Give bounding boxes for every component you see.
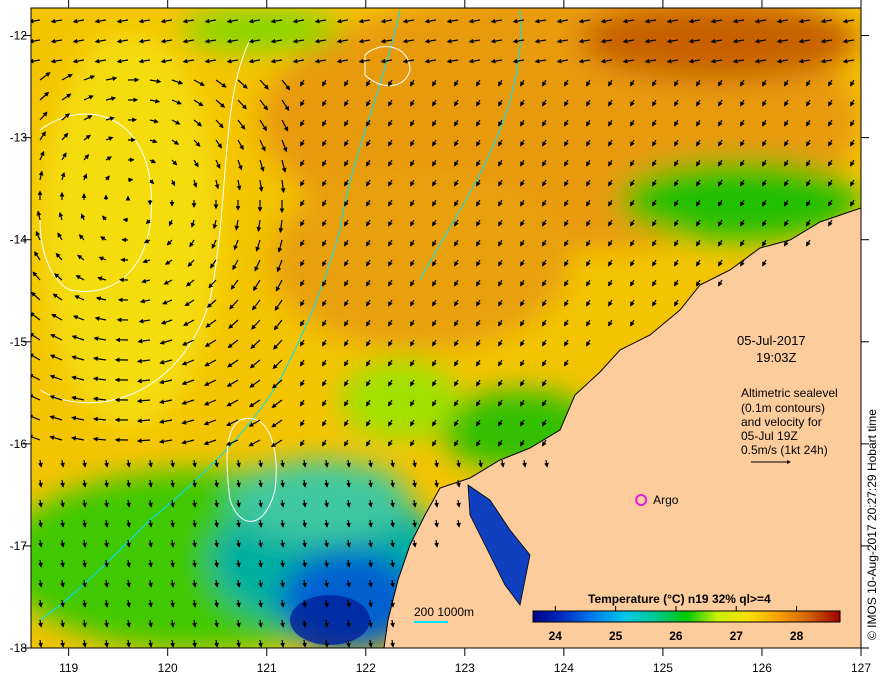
y-tick-label: -18 — [10, 641, 28, 655]
altimetry-line: and velocity for — [741, 415, 822, 429]
y-tick-label: -15 — [10, 335, 28, 349]
colorbar-tick-label: 28 — [790, 629, 804, 643]
y-tick-label: -17 — [10, 539, 28, 553]
credit-label: © IMOS 10-Aug-2017 20:27:29 Hobart time — [865, 409, 879, 640]
x-tick-label: 123 — [455, 661, 475, 675]
altimetry-line: Altimetric sealevel — [741, 386, 838, 400]
altimetry-line: 05-Jul 19Z — [741, 429, 798, 443]
x-tick-label: 121 — [257, 661, 277, 675]
x-tick-label: 120 — [158, 661, 178, 675]
sst-field: Argo — [31, 8, 861, 648]
y-tick-label: -16 — [10, 437, 28, 451]
y-tick-label: -13 — [10, 131, 28, 145]
colorbar-tick-label: 27 — [730, 629, 744, 643]
x-tick-label: 119 — [59, 661, 78, 675]
x-tick-label: 127 — [851, 661, 871, 675]
colorbar-tick-label: 25 — [609, 629, 623, 643]
time-label: 19:03Z — [756, 350, 797, 365]
y-tick-label: -14 — [10, 233, 28, 247]
y-tick-label: -12 — [10, 29, 28, 43]
x-tick-label: 125 — [653, 661, 673, 675]
colorbar-tick-label: 26 — [669, 629, 683, 643]
colorbar — [532, 610, 841, 623]
x-tick-label: 126 — [752, 661, 772, 675]
altimetry-line: 0.5m/s (1kt 24h) — [741, 443, 828, 457]
colorbar-tick-label: 24 — [549, 629, 563, 643]
date-label: 05-Jul-2017 — [737, 333, 806, 348]
isobath-label: 200 1000m — [414, 605, 474, 619]
x-tick-label: 124 — [554, 661, 574, 675]
colorbar-title: Temperature (°C) n19 32% ql>=4 — [588, 592, 771, 606]
altimetry-line: (0.1m contours) — [741, 401, 825, 415]
x-tick-label: 122 — [356, 661, 376, 675]
sst-map: Argo 119 120 121 122 123 124 125 126 127 -12 -13 -… — [10, 0, 879, 675]
argo-label: Argo — [653, 493, 679, 507]
